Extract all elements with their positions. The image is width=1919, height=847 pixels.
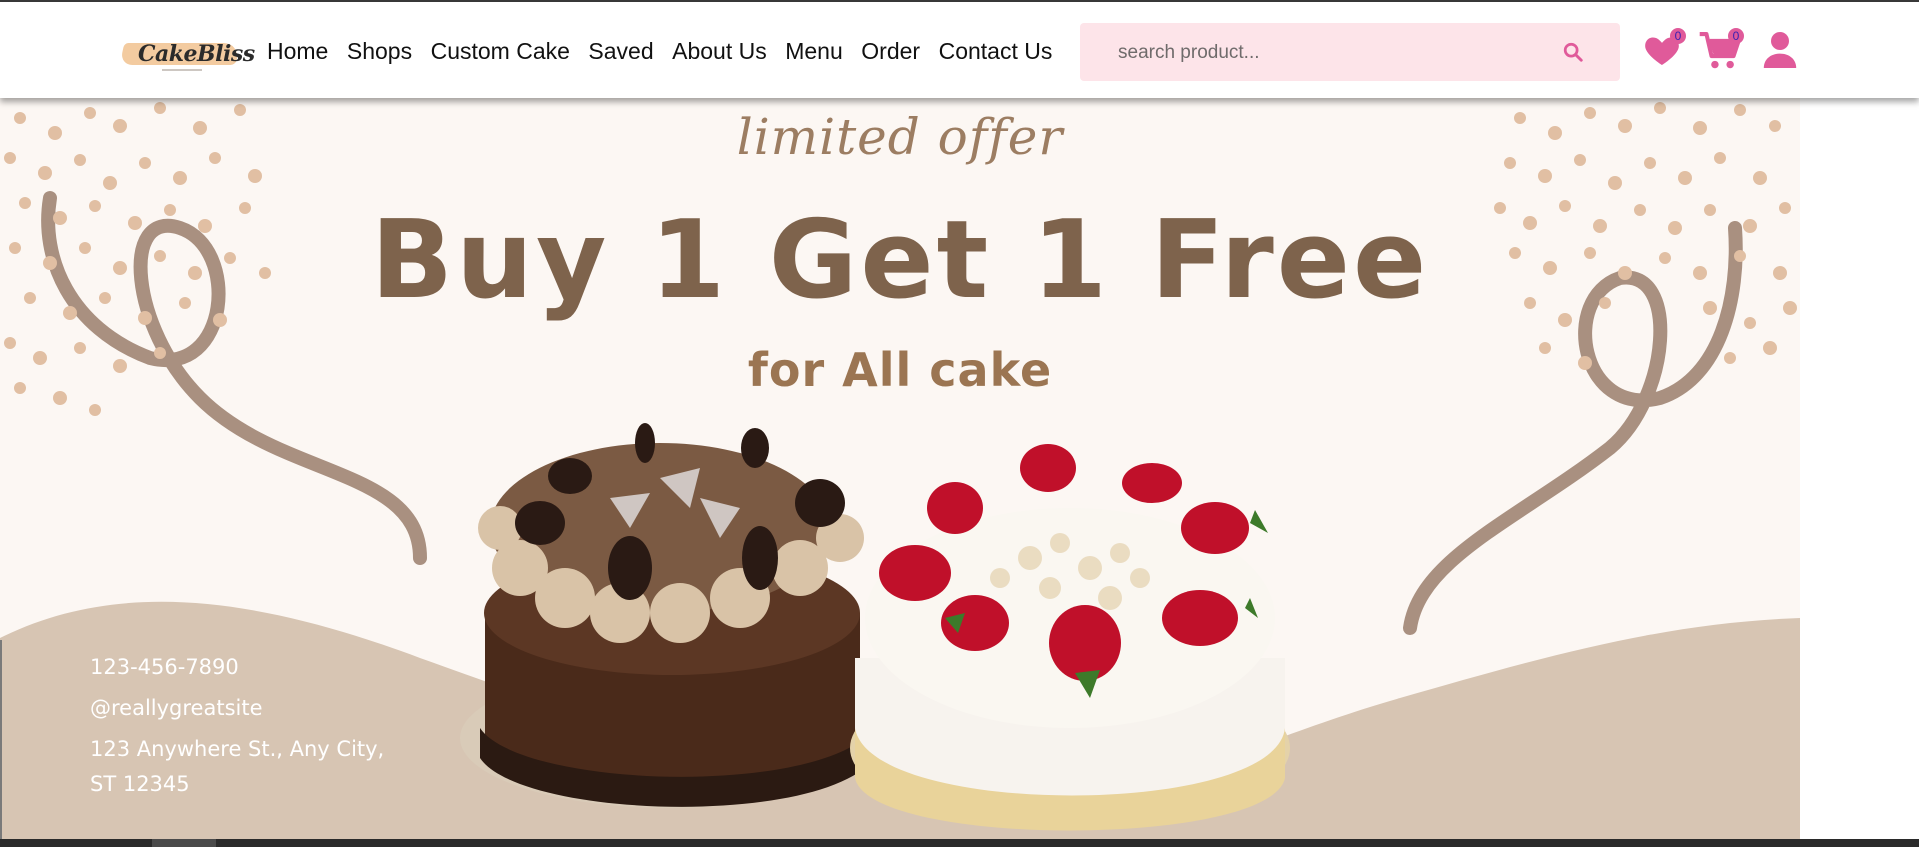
site-header: CakeBliss Home Shops Custom Cake Saved A… bbox=[0, 2, 1919, 98]
brand-logo[interactable]: CakeBliss bbox=[119, 39, 255, 71]
cart-button[interactable]: 0 bbox=[1698, 26, 1744, 72]
contact-handle: @reallygreatsite bbox=[90, 696, 263, 720]
banner-contact-info: 123-456-7890 @reallygreatsite 123 Anywhe… bbox=[90, 650, 384, 808]
contact-phone: 123-456-7890 bbox=[90, 655, 239, 679]
nav-custom-cake[interactable]: Custom Cake bbox=[431, 36, 570, 66]
contact-address-line2: ST 12345 bbox=[90, 772, 190, 796]
left-edge-border bbox=[0, 640, 2, 839]
user-icon bbox=[1763, 32, 1797, 68]
limited-offer-tagline: limited offer bbox=[736, 108, 1064, 166]
nav-order[interactable]: Order bbox=[861, 36, 920, 66]
strawberry-cake-image bbox=[850, 444, 1290, 831]
bottom-taskbar bbox=[0, 839, 1919, 847]
wishlist-count-badge: 0 bbox=[1670, 28, 1686, 44]
search-bar bbox=[1080, 23, 1620, 81]
chocolate-cake-image bbox=[460, 423, 880, 808]
promo-subheadline: for All cake bbox=[747, 343, 1053, 397]
promo-headline: Buy 1 Get 1 Free bbox=[370, 198, 1430, 323]
main-nav: Home Shops Custom Cake Saved About Us Me… bbox=[267, 36, 1071, 66]
nav-saved[interactable]: Saved bbox=[588, 36, 653, 66]
search-input[interactable] bbox=[1116, 36, 1550, 70]
account-button[interactable] bbox=[1758, 26, 1804, 72]
nav-home[interactable]: Home bbox=[267, 36, 328, 66]
cart-count-badge: 0 bbox=[1728, 28, 1744, 44]
search-icon[interactable] bbox=[1562, 41, 1584, 63]
taskbar-tab[interactable] bbox=[152, 839, 216, 847]
nav-menu[interactable]: Menu bbox=[785, 36, 843, 66]
nav-about-us[interactable]: About Us bbox=[672, 36, 767, 66]
logo-tagline-line bbox=[162, 69, 202, 71]
contact-address-line1: 123 Anywhere St., Any City, bbox=[90, 737, 385, 761]
nav-contact-us[interactable]: Contact Us bbox=[939, 36, 1053, 66]
promo-banner[interactable]: limited offer Buy 1 Get 1 Free for All c… bbox=[0, 98, 1800, 840]
logo-text: CakeBliss bbox=[138, 41, 255, 67]
wishlist-button[interactable]: 0 bbox=[1640, 26, 1686, 72]
nav-shops[interactable]: Shops bbox=[347, 36, 412, 66]
